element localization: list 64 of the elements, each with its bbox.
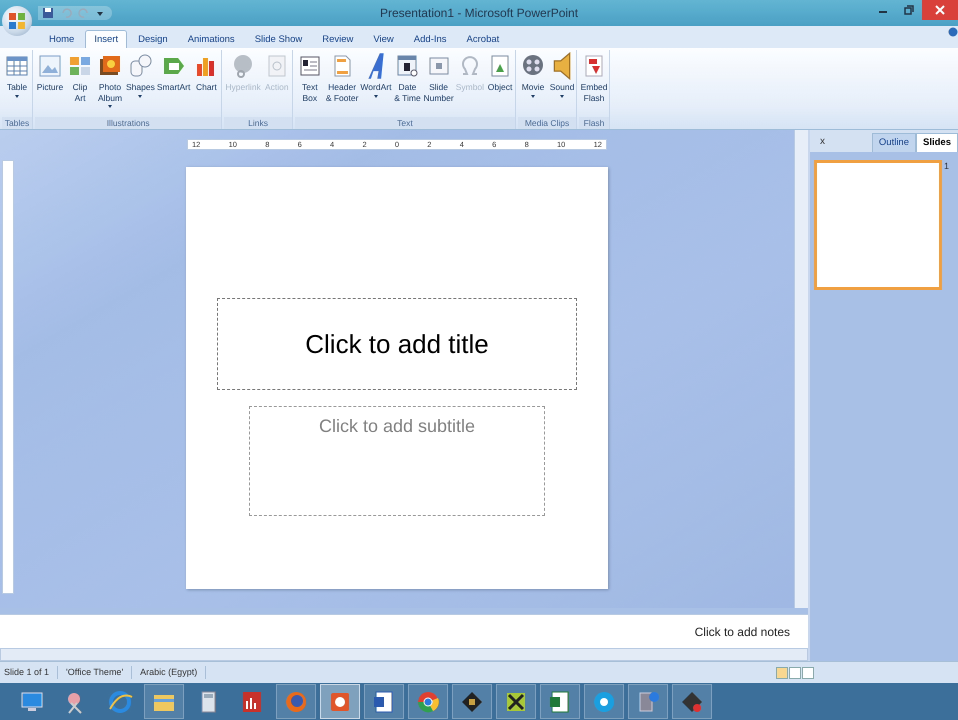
close-icon <box>935 5 945 15</box>
ribbon-tab[interactable]: View <box>364 30 403 48</box>
horizontal-scrollbar[interactable] <box>0 648 808 661</box>
subtitle-placeholder[interactable]: Click to add subtitle <box>249 406 545 516</box>
status-text: Arabic (Egypt) <box>140 666 206 680</box>
office-logo-icon <box>8 12 26 30</box>
notes-pane[interactable]: Click to add notes <box>0 614 808 648</box>
ribbon-button[interactable]: Object <box>485 50 516 117</box>
office-button[interactable] <box>2 6 32 36</box>
taskbar-button[interactable] <box>452 684 492 719</box>
taskbar-button[interactable] <box>364 684 404 719</box>
ribbon-button[interactable]: SmartArt <box>156 50 192 117</box>
status-text: 'Office Theme' <box>66 666 132 680</box>
taskbar-button[interactable] <box>320 684 360 719</box>
group-label: Links <box>224 117 292 129</box>
window-title: Presentation1 - Microsoft PowerPoint <box>380 5 578 22</box>
ribbon-button[interactable]: Slide Number <box>422 50 455 117</box>
ribbon-button[interactable]: Chart <box>191 50 222 117</box>
ribbon-button[interactable]: Movie <box>518 50 548 117</box>
ribbon-tab[interactable]: Acrobat <box>458 30 508 48</box>
wordart-icon <box>366 52 385 80</box>
slide-show-button[interactable] <box>802 666 814 678</box>
status-text: Slide 1 of 1 <box>4 666 58 680</box>
browser-icon <box>107 688 133 714</box>
ribbon-tab[interactable]: Slide Show <box>246 30 312 48</box>
ribbon-button[interactable]: Header & Footer <box>324 50 360 117</box>
ribbon-tab[interactable]: Insert <box>85 30 128 48</box>
pane-tab[interactable]: Outline <box>872 132 916 152</box>
ribbon-button[interactable]: WordArt <box>359 50 392 117</box>
slide-number: 1 <box>944 160 950 173</box>
close-pane-button[interactable]: x <box>814 132 831 150</box>
taskbar-button[interactable] <box>496 684 536 719</box>
save-icon[interactable] <box>42 7 54 19</box>
taskbar-button[interactable] <box>672 684 712 719</box>
group-label: Text <box>294 117 516 129</box>
ribbon-button[interactable]: Text Box <box>294 50 325 117</box>
restore-icon <box>904 5 914 15</box>
group-label: Illustrations <box>35 117 222 129</box>
ribbon-button[interactable]: Table <box>2 50 32 117</box>
ribbon-button[interactable]: Clip Art <box>65 50 95 117</box>
group-label: Media Clips <box>518 117 576 129</box>
group-label: Flash <box>579 117 610 129</box>
taskbar-button[interactable] <box>584 684 624 719</box>
ribbon-button[interactable]: Picture <box>35 50 65 117</box>
taskbar-button[interactable] <box>540 684 580 719</box>
ribbon-button[interactable]: Date & Time <box>392 50 422 117</box>
ribbon-tab[interactable]: Review <box>313 30 362 48</box>
group-label: Tables <box>2 117 32 129</box>
ribbon-tab[interactable]: Animations <box>178 30 244 48</box>
slide-sorter-button[interactable] <box>789 666 801 678</box>
vertical-scrollbar[interactable] <box>794 130 808 608</box>
ribbon-button[interactable]: Embed Flash <box>579 50 610 117</box>
slide-thumbnail[interactable] <box>814 160 942 290</box>
ribbon-button[interactable]: Shapes <box>125 50 156 117</box>
pane-tab[interactable]: Slides <box>916 132 958 152</box>
help-icon[interactable] <box>948 26 958 37</box>
speaker-icon <box>553 52 572 80</box>
close-button[interactable] <box>922 0 958 20</box>
ribbon-button[interactable]: Sound <box>548 50 576 117</box>
ribbon-tab[interactable]: Design <box>129 30 177 48</box>
ribbon-button[interactable]: Photo Album <box>95 50 125 117</box>
ribbon-tab[interactable]: Add-Ins <box>404 30 456 48</box>
ribbon-tab[interactable]: Home <box>40 30 84 48</box>
title-placeholder[interactable]: Click to add title <box>217 298 577 390</box>
